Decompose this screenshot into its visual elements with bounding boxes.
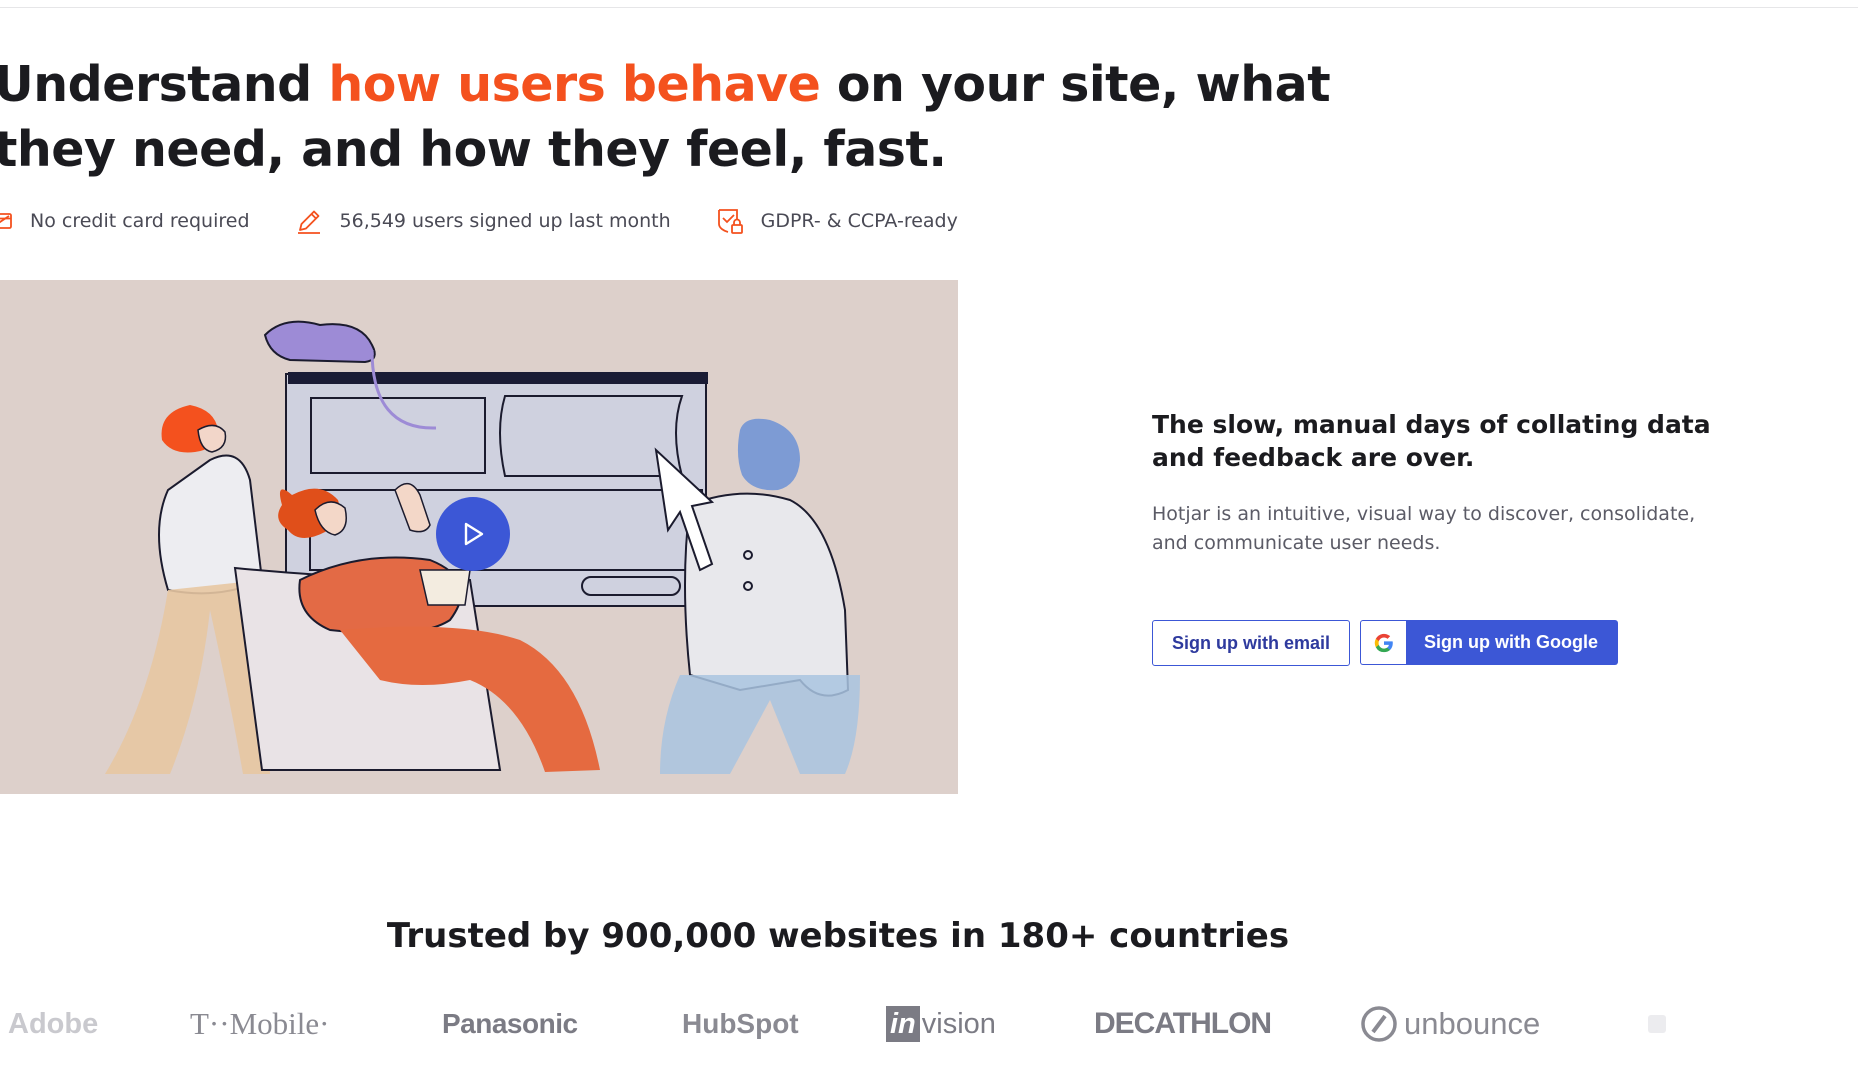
hero-headline: Understand how users behave on your site… xyxy=(0,52,1434,182)
play-button[interactable] xyxy=(436,497,510,571)
signup-buttons: Sign up with email Sign up with Google xyxy=(1152,620,1618,666)
adobe-logo: Adobe xyxy=(8,1007,99,1040)
next-logo-faded xyxy=(1646,1000,1682,1048)
headline-accent: how users behave xyxy=(328,56,821,113)
shield-check-icon xyxy=(717,209,743,234)
signup-google-label: Sign up with Google xyxy=(1424,632,1598,652)
benefit-signups: 56,549 users signed up last month xyxy=(294,206,671,236)
signup-email-label: Sign up with email xyxy=(1172,632,1331,653)
google-icon-box xyxy=(1361,621,1407,664)
tmobile-logo: T··Mobile· xyxy=(190,1006,330,1041)
promo-title: The slow, manual days of collating data … xyxy=(1152,410,1711,472)
page: Understand how users behave on your site… xyxy=(0,0,1858,1080)
customer-logos: Adobe T··Mobile· Panasonic HubSpot in vis… xyxy=(0,1000,1858,1048)
invision-logo-mark: in xyxy=(886,1006,920,1042)
header-divider xyxy=(0,7,1858,8)
benefit-gdpr: GDPR- & CCPA-ready xyxy=(715,206,958,236)
benefit-label: GDPR- & CCPA-ready xyxy=(760,210,958,232)
pencil-icon xyxy=(297,210,320,234)
product-video[interactable] xyxy=(0,280,958,794)
unbounce-logo-text: unbounce xyxy=(1404,1006,1541,1041)
panasonic-logo: Panasonic xyxy=(442,1008,578,1039)
unbounce-logo: unbounce xyxy=(1360,1000,1540,1048)
benefit-label: 56,549 users signed up last month xyxy=(339,210,671,232)
decathlon-logo: DECATHLON xyxy=(1094,1007,1272,1040)
signup-panel: The slow, manual days of collating data … xyxy=(1152,408,1712,558)
trusted-heading: Trusted by 900,000 websites in 180+ coun… xyxy=(386,916,1290,956)
google-icon xyxy=(1374,633,1393,652)
benefits-row: No credit card required 56,549 users sig… xyxy=(0,204,1002,238)
invision-logo: in vision xyxy=(886,1000,996,1048)
faded-logo-icon xyxy=(1648,1015,1666,1033)
play-icon xyxy=(464,522,484,546)
signup-email-button[interactable]: Sign up with email xyxy=(1152,620,1351,666)
unbounce-mark-icon xyxy=(1361,1006,1397,1042)
hubspot-logo: HubSpot xyxy=(682,1008,799,1039)
promo-description: Hotjar is an intuitive, visual way to di… xyxy=(1152,503,1696,554)
benefit-no-credit-card: No credit card required xyxy=(0,209,250,233)
headline-lead: Understand xyxy=(0,56,329,113)
benefit-label: No credit card required xyxy=(30,210,250,232)
invision-logo-text: vision xyxy=(921,1007,996,1040)
credit-card-icon xyxy=(0,213,12,229)
signup-google-button[interactable]: Sign up with Google xyxy=(1360,620,1618,665)
